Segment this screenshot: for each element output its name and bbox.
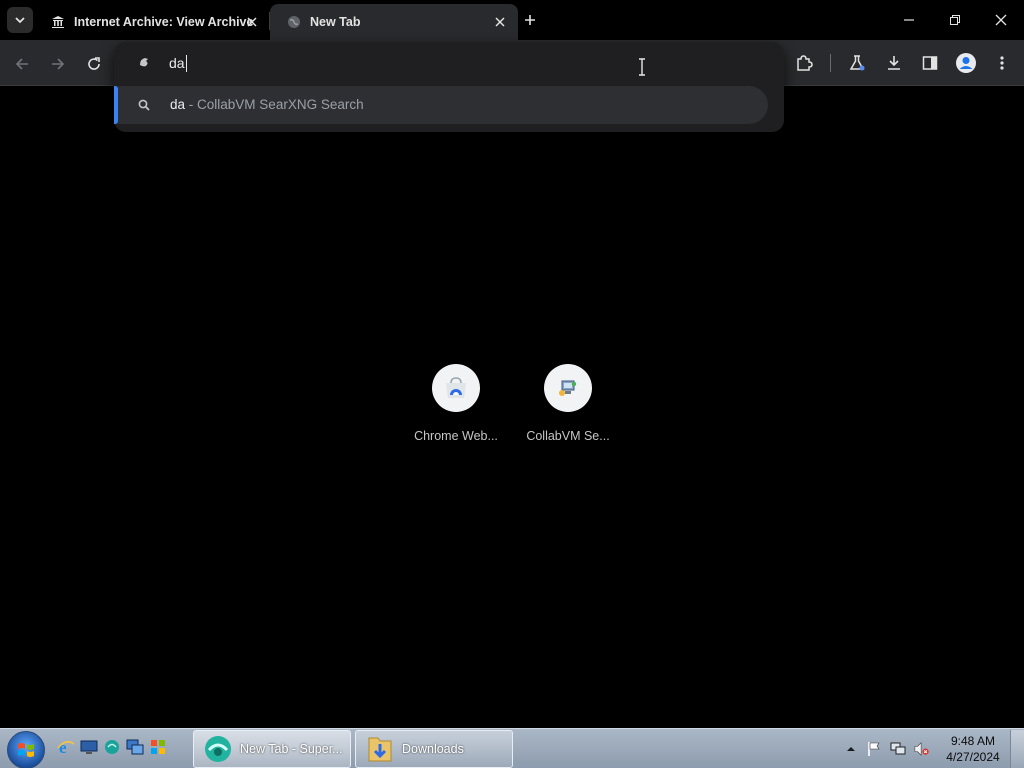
browser-icon	[202, 733, 234, 765]
puzzle-icon	[797, 55, 813, 71]
reload-button[interactable]	[82, 52, 106, 76]
globe-icon	[286, 14, 302, 30]
tab-strip: Internet Archive: View Archive New Tab	[0, 0, 1024, 40]
suggestion-query: da	[170, 97, 186, 112]
suggestion-engine: - CollabVM SearXNG Search	[185, 97, 364, 112]
suggestion-highlight-bar	[114, 86, 118, 124]
arrow-left-icon	[15, 58, 28, 70]
shortcut-chrome-web-store[interactable]: Chrome Web...	[406, 364, 506, 443]
shortcut-label: CollabVM Se...	[526, 429, 610, 443]
chrome-web-store-icon	[432, 364, 480, 412]
action-center-flag-icon[interactable]	[866, 741, 882, 757]
downloads-button[interactable]	[882, 51, 906, 75]
side-panel-button[interactable]	[918, 51, 942, 75]
tab-new-tab[interactable]: New Tab	[270, 4, 518, 40]
windows-flag-icon[interactable]	[149, 738, 167, 756]
window-switcher-icon[interactable]	[126, 738, 144, 756]
plus-icon	[525, 15, 535, 25]
close-tab-icon[interactable]	[492, 14, 508, 30]
profile-button[interactable]	[954, 51, 978, 75]
clock-time: 9:48 AM	[950, 734, 996, 748]
download-icon	[888, 56, 900, 70]
svg-text:e: e	[59, 738, 67, 756]
back-button[interactable]	[10, 52, 34, 76]
shortcut-label: Chrome Web...	[414, 429, 498, 443]
taskbar-button-downloads[interactable]: Downloads	[355, 730, 513, 768]
omnibox-popup: da da - CollabVM SearXNG Search	[114, 42, 784, 132]
windows-taskbar: e New Tab - Super... Downloads 9:48 AM 4…	[0, 728, 1024, 768]
taskbar-button-label: New Tab - Super...	[240, 742, 343, 756]
close-tab-icon[interactable]	[244, 14, 260, 30]
tab-search-button[interactable]	[7, 7, 33, 33]
side-panel-icon	[922, 56, 938, 70]
restore-button[interactable]	[943, 8, 967, 32]
new-tab-button[interactable]	[520, 10, 540, 30]
flask-icon	[849, 55, 865, 71]
browser-quicklaunch-icon[interactable]	[103, 738, 121, 756]
labs-button[interactable]	[845, 51, 869, 75]
minimize-icon	[904, 19, 914, 21]
arrow-right-icon	[52, 58, 65, 70]
minimize-button[interactable]	[897, 8, 921, 32]
address-bar-input[interactable]: da	[169, 53, 187, 73]
show-desktop-button[interactable]	[1010, 730, 1024, 768]
menu-button[interactable]	[990, 51, 1014, 75]
text-caret	[185, 54, 187, 72]
close-window-button[interactable]	[989, 8, 1013, 32]
toolbar-separator	[830, 54, 831, 72]
tab-title: New Tab	[310, 15, 361, 29]
close-icon	[995, 14, 1007, 26]
chevron-down-icon	[15, 17, 25, 24]
reload-icon	[88, 57, 100, 70]
bank-icon	[50, 14, 66, 30]
shortcut-collabvm[interactable]: CollabVM Se...	[518, 364, 618, 443]
restore-icon	[950, 15, 960, 25]
screen: Internet Archive: View Archive New Tab d…	[0, 0, 1024, 768]
windows-logo-icon	[18, 743, 34, 757]
address-bar-text: da	[169, 55, 185, 71]
folder-icon	[364, 733, 396, 765]
avatar-icon	[956, 53, 976, 73]
tab-title: Internet Archive: View Archive	[74, 15, 254, 29]
system-clock[interactable]: 9:48 AM 4/27/2024	[940, 733, 1006, 765]
site-info-icon[interactable]	[136, 54, 152, 70]
start-button[interactable]	[7, 731, 45, 768]
show-desktop-icon[interactable]	[80, 738, 98, 756]
show-hidden-icons-icon[interactable]	[843, 741, 859, 757]
omnibox-suggestion[interactable]: da - CollabVM SearXNG Search	[114, 86, 768, 124]
collabvm-icon	[544, 364, 592, 412]
network-icon[interactable]	[890, 741, 906, 757]
suggestion-text: da - CollabVM SearXNG Search	[170, 97, 364, 113]
volume-muted-icon[interactable]	[914, 741, 930, 757]
clock-date: 4/27/2024	[946, 750, 1000, 764]
search-icon	[136, 97, 152, 113]
tab-internet-archive[interactable]: Internet Archive: View Archive	[42, 4, 270, 40]
kebab-menu-icon	[1000, 56, 1004, 70]
taskbar-button-browser[interactable]: New Tab - Super...	[193, 730, 351, 768]
extensions-button[interactable]	[792, 51, 816, 75]
forward-button[interactable]	[46, 52, 70, 76]
taskbar-button-label: Downloads	[402, 742, 464, 756]
mouse-cursor-ibeam	[636, 58, 648, 76]
internet-explorer-icon[interactable]: e	[57, 738, 75, 756]
